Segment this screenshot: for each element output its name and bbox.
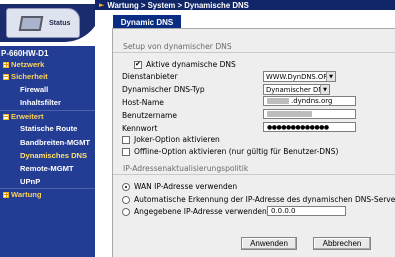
password-input[interactable]: ●●●●●●●●●●●●● (263, 122, 356, 132)
sidebar-item-wartung[interactable]: Wartung (0, 189, 95, 200)
checkbox-icon (122, 135, 130, 144)
sidebar-item-erweitert[interactable]: Erweitert (0, 111, 95, 122)
specified-ip-label: Angegebene IP-Adresse verwenden (134, 207, 267, 216)
arrow-right-icon: ► (99, 1, 105, 9)
sidebar-item-bandbreiten-mgmt[interactable]: Bandbreiten-MGMT (0, 137, 95, 148)
sidebar: Status P-660HW-D1 Netzwerk Sicherheit Fi… (0, 0, 95, 257)
checkbox-icon (122, 147, 130, 156)
ip-section-title: IP-Adressenaktualisierungspolitik (123, 164, 249, 173)
provider-label: Dienstanbieter (122, 72, 178, 81)
ddns-type-select[interactable]: Dynamischer DNS ▼ (263, 84, 330, 95)
offline-label: Offline-Option aktivieren (nur gültig fü… (134, 147, 339, 156)
wan-ip-radio[interactable]: WAN IP-Adresse verwenden (122, 182, 237, 191)
sidebar-item-remote-mgmt[interactable]: Remote-MGMT (0, 163, 95, 174)
username-input[interactable] (263, 109, 356, 119)
sidebar-item-label: UPnP (20, 177, 41, 186)
sidebar-item-label: Firewall (20, 85, 49, 94)
plus-icon (3, 191, 9, 198)
sidebar-item-label: Netzwerk (11, 60, 45, 69)
chevron-down-icon: ▼ (326, 72, 335, 81)
username-label: Benutzername (122, 111, 177, 120)
status-label: Status (49, 19, 71, 27)
enable-ddns-label: Aktive dynamische DNS (146, 60, 236, 69)
setup-section-title: Setup von dynamischer DNS (123, 42, 232, 51)
sidebar-item-upnp[interactable]: UPnP (0, 176, 95, 187)
sidebar-item-firewall[interactable]: Firewall (0, 84, 95, 95)
radio-checked-icon (122, 182, 130, 191)
auto-detect-radio[interactable]: Automatische Erkennung der IP-Adresse de… (122, 195, 395, 204)
device-name: P-660HW-D1 (1, 49, 49, 58)
minus-icon (3, 73, 9, 80)
offline-checkbox[interactable]: Offline-Option aktivieren (nur gültig fü… (122, 147, 338, 156)
host-label: Host-Name (122, 98, 164, 107)
apply-button[interactable]: Anwenden (241, 237, 297, 250)
host-input[interactable]: .dyndns.org (263, 96, 356, 106)
password-label: Kennwort (122, 124, 158, 133)
ddns-type-value: Dynamischer DNS (266, 85, 328, 94)
radio-icon (122, 195, 130, 204)
sidebar-item-label: Inhaltsfilter (20, 98, 61, 107)
sidebar-item-netzwerk[interactable]: Netzwerk (0, 59, 95, 70)
host-value: .dyndns.org (291, 97, 333, 105)
status-button[interactable]: Status (6, 8, 80, 38)
sidebar-item-dynamisches-dns[interactable]: Dynamisches DNS (0, 150, 95, 161)
section-divider (113, 174, 395, 175)
sidebar-item-label: Erweitert (11, 112, 44, 121)
radio-icon (122, 207, 130, 216)
checkbox-checked-icon (134, 60, 142, 69)
minus-icon (3, 113, 9, 120)
sidebar-item-label: Statische Route (20, 124, 78, 133)
specified-ip-radio[interactable]: Angegebene IP-Adresse verwenden (122, 207, 267, 216)
section-divider (113, 52, 395, 53)
breadcrumb: ► Wartung > System > Dynamische DNS (95, 0, 395, 10)
joker-label: Joker-Option aktivieren (134, 135, 220, 144)
sidebar-item-statische-route[interactable]: Statische Route (0, 123, 95, 134)
monitor-icon (18, 15, 44, 31)
auto-detect-label: Automatische Erkennung der IP-Adresse de… (134, 195, 395, 204)
sidebar-item-label: Bandbreiten-MGMT (20, 138, 91, 147)
redacted-text (267, 111, 312, 117)
content-panel: Setup von dynamischer DNS Aktive dynamis… (112, 28, 395, 257)
breadcrumb-text: Wartung > System > Dynamische DNS (107, 0, 249, 10)
redacted-text (267, 98, 289, 104)
sidebar-item-sicherheit[interactable]: Sicherheit (0, 71, 95, 82)
ddns-type-label: Dynamischer DNS-Typ (122, 85, 205, 94)
plus-icon (3, 61, 9, 68)
sidebar-item-label: Sicherheit (11, 72, 48, 81)
tab-dynamic-dns[interactable]: Dynamic DNS (113, 15, 181, 29)
provider-select[interactable]: WWW.DynDNS.ORG ▼ (263, 71, 336, 82)
provider-value: WWW.DynDNS.ORG (266, 72, 334, 81)
chevron-down-icon: ▼ (320, 85, 329, 94)
wan-ip-label: WAN IP-Adresse verwenden (134, 182, 238, 191)
specified-ip-input[interactable]: 0.0.0.0 (267, 206, 346, 216)
cancel-button[interactable]: Abbrechen (313, 237, 371, 250)
sidebar-item-label: Remote-MGMT (20, 164, 74, 173)
sidebar-item-label: Wartung (11, 190, 42, 199)
enable-ddns-checkbox[interactable]: Aktive dynamische DNS (134, 60, 236, 69)
sidebar-item-label: Dynamisches DNS (20, 151, 88, 160)
sidebar-item-inhaltsfilter[interactable]: Inhaltsfilter (0, 97, 95, 108)
joker-checkbox[interactable]: Joker-Option aktivieren (122, 135, 220, 144)
